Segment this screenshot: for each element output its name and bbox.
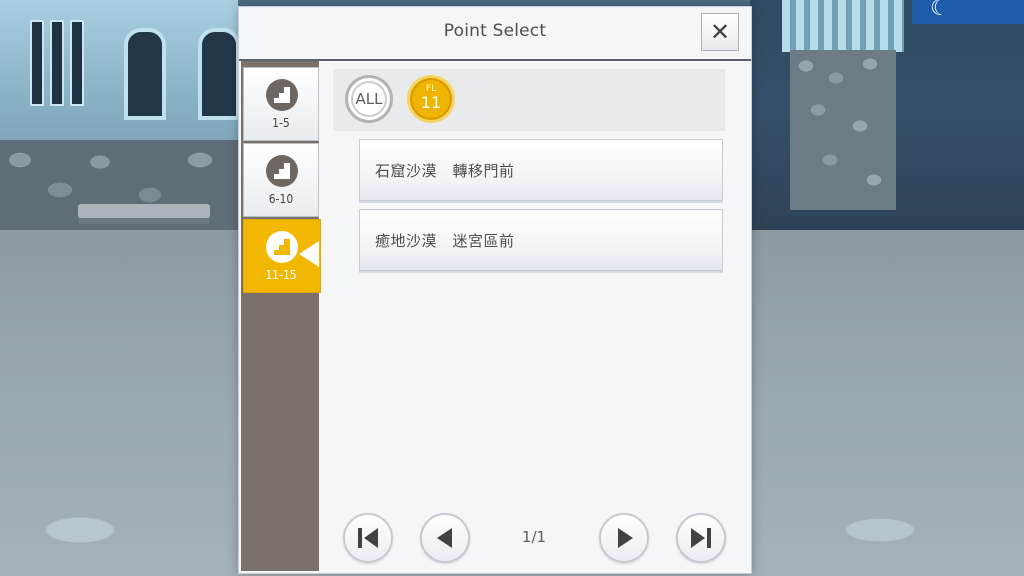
tab-label: 6-10 bbox=[268, 192, 294, 206]
floor-range-sidebar: 1-5 6-10 11-15 bbox=[241, 61, 321, 571]
floor-number-label: 11 bbox=[420, 93, 442, 112]
tab-floors-6-10[interactable]: 6-10 bbox=[243, 143, 319, 217]
point-name: 癒地沙漠 迷宮區前 bbox=[375, 232, 515, 250]
dialog-header: Point Select ✕ bbox=[239, 7, 751, 61]
close-icon: ✕ bbox=[709, 18, 731, 46]
skip-last-icon bbox=[691, 528, 711, 548]
point-list-item[interactable]: 石窟沙漠 轉移門前 bbox=[359, 139, 723, 201]
arrow-right-icon bbox=[618, 528, 633, 548]
last-page-button[interactable] bbox=[676, 513, 726, 563]
prev-page-button[interactable] bbox=[420, 513, 470, 563]
building-arch bbox=[124, 28, 166, 120]
building-arch bbox=[198, 28, 240, 120]
stairs-icon bbox=[266, 155, 298, 187]
page-indicator: 1/1 bbox=[521, 528, 547, 546]
arrow-left-icon bbox=[437, 528, 452, 548]
filter-floor-button[interactable]: FL 11 bbox=[407, 75, 455, 123]
banner-emblem-icon: ☾ bbox=[930, 0, 950, 21]
tab-floors-1-5[interactable]: 1-5 bbox=[243, 67, 319, 141]
blue-banner bbox=[912, 0, 1024, 24]
active-tab-pointer bbox=[299, 241, 319, 267]
point-name: 石窟沙漠 轉移門前 bbox=[375, 162, 515, 180]
floor-filter-bar: ALL FL 11 bbox=[333, 69, 725, 131]
stairs-icon bbox=[266, 231, 298, 263]
stone-bench bbox=[78, 204, 210, 218]
skip-first-icon bbox=[358, 528, 378, 548]
building-window bbox=[30, 20, 44, 106]
next-page-button[interactable] bbox=[599, 513, 649, 563]
point-list-item[interactable]: 癒地沙漠 迷宮區前 bbox=[359, 209, 723, 271]
stairs-icon bbox=[266, 79, 298, 111]
point-select-dialog: Point Select ✕ 1-5 6-10 11-15 ALL FL 11 … bbox=[238, 6, 752, 574]
tower-battlement bbox=[782, 0, 904, 52]
dialog-title: Point Select bbox=[443, 21, 547, 41]
tab-label: 11-15 bbox=[265, 268, 297, 282]
filter-all-button[interactable]: ALL bbox=[345, 75, 393, 123]
close-button[interactable]: ✕ bbox=[701, 13, 739, 51]
stone-wall bbox=[0, 140, 238, 236]
first-page-button[interactable] bbox=[343, 513, 393, 563]
stone-tower bbox=[790, 50, 896, 210]
filter-all-label: ALL bbox=[355, 90, 383, 108]
tab-label: 1-5 bbox=[272, 116, 290, 130]
building-window bbox=[50, 20, 64, 106]
building-window bbox=[70, 20, 84, 106]
